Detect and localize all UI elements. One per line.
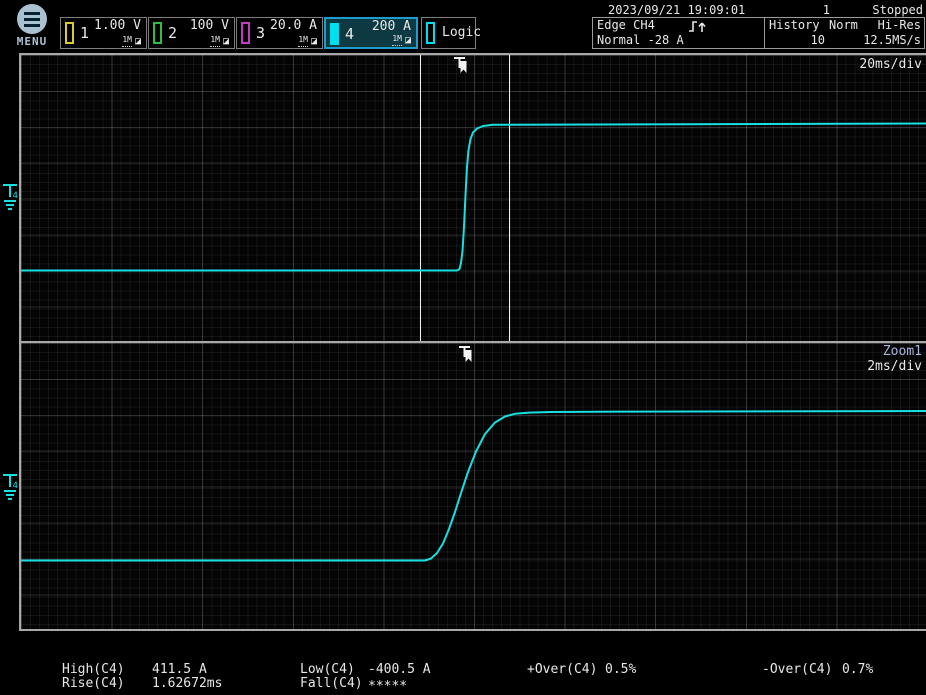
- logic-button[interactable]: Logic: [421, 17, 476, 49]
- measurement-low-label: Low(C4): [300, 662, 355, 677]
- probe-icon: ◪: [311, 37, 317, 47]
- channel-4-scale: 200 A: [372, 19, 411, 34]
- measurement-nover-label: -Over(C4): [762, 662, 832, 677]
- measurement-rise-label: Rise(C4): [62, 676, 125, 691]
- ch4-zoom-trace: [21, 343, 926, 629]
- channel-2-button[interactable]: 2 100 V 1M ◪: [148, 17, 235, 49]
- measurement-low-value: -400.5 A: [368, 662, 431, 677]
- channel-4-button[interactable]: 4 200 A 1M ◪: [324, 17, 418, 49]
- channel-1-button[interactable]: 1 1.00 V 1M ◪: [60, 17, 147, 49]
- channel-4-impedance: 1M: [392, 34, 402, 46]
- acquisition-mode: Norm: [829, 18, 858, 32]
- logic-label: Logic: [442, 25, 470, 40]
- svg-text:4: 4: [13, 481, 18, 491]
- history-count: 10: [795, 33, 825, 47]
- channel-2-number: 2: [168, 24, 177, 42]
- probe-icon: ◪: [405, 36, 411, 46]
- run-state: Stopped: [872, 3, 923, 17]
- acquisition-resolution: Hi-Res: [878, 18, 921, 32]
- rising-edge-icon: [688, 20, 706, 33]
- channel-1-scale: 1.00 V: [94, 18, 141, 33]
- measurement-high-label: High(C4): [62, 662, 125, 677]
- channel-3-impedance: 1M: [298, 35, 308, 47]
- trigger-acquisition-panel[interactable]: Edge CH4 Normal -28 A History Norm Hi-Re…: [592, 17, 925, 49]
- main-waveform-area: 20ms/div: [19, 53, 926, 341]
- probe-icon: ◪: [135, 37, 141, 47]
- zoom-waveform-area: Zoom1 2ms/div: [19, 341, 926, 631]
- history-label: History: [769, 18, 820, 32]
- sample-rate: 12.5MS/s: [863, 33, 921, 47]
- channel-3-scale: 20.0 A: [270, 18, 317, 33]
- measurement-nover-value: 0.7%: [842, 662, 873, 677]
- acquisition-count: 1: [790, 3, 830, 17]
- menu-label: MENU: [10, 35, 54, 48]
- hamburger-icon: [17, 4, 47, 34]
- channel-1-number: 1: [80, 24, 89, 42]
- svg-text:4: 4: [13, 191, 18, 201]
- measurement-rise-value: 1.62672ms: [152, 676, 222, 691]
- channel-3-color-swatch: [241, 22, 250, 44]
- trigger-mode-level: Normal -28 A: [597, 33, 684, 47]
- channel-3-button[interactable]: 3 20.0 A 1M ◪: [236, 17, 323, 49]
- ch4-zoom-ground-level-marker[interactable]: 4: [0, 470, 22, 504]
- channel-4-number: 4: [345, 25, 354, 43]
- trigger-settings[interactable]: Edge CH4 Normal -28 A: [593, 18, 765, 48]
- channel-2-impedance: 1M: [210, 35, 220, 47]
- measurement-high-value: 411.5 A: [152, 662, 207, 677]
- trigger-type-source: Edge CH4: [597, 18, 655, 32]
- channel-2-scale: 100 V: [190, 18, 229, 33]
- ch4-main-trace: [21, 55, 926, 341]
- channel-3-number: 3: [256, 24, 265, 42]
- datetime: 2023/09/21 19:09:01: [608, 3, 745, 17]
- measurement-pover-value: 0.5%: [605, 662, 636, 677]
- logic-color-swatch: [426, 22, 435, 44]
- channel-1-impedance: 1M: [122, 35, 132, 47]
- measurement-fall-label: Fall(C4): [300, 676, 363, 691]
- channel-2-color-swatch: [153, 22, 162, 44]
- channel-1-color-swatch: [65, 22, 74, 44]
- menu-button[interactable]: MENU: [10, 4, 54, 48]
- probe-icon: ◪: [223, 37, 229, 47]
- acquisition-settings[interactable]: History Norm Hi-Res 10 12.5MS/s: [765, 18, 924, 48]
- ch4-ground-level-marker[interactable]: 4: [0, 180, 22, 214]
- channel-4-color-swatch: [330, 23, 339, 45]
- measurement-pover-label: +Over(C4): [527, 662, 597, 677]
- measurement-fall-value: *****: [368, 679, 407, 694]
